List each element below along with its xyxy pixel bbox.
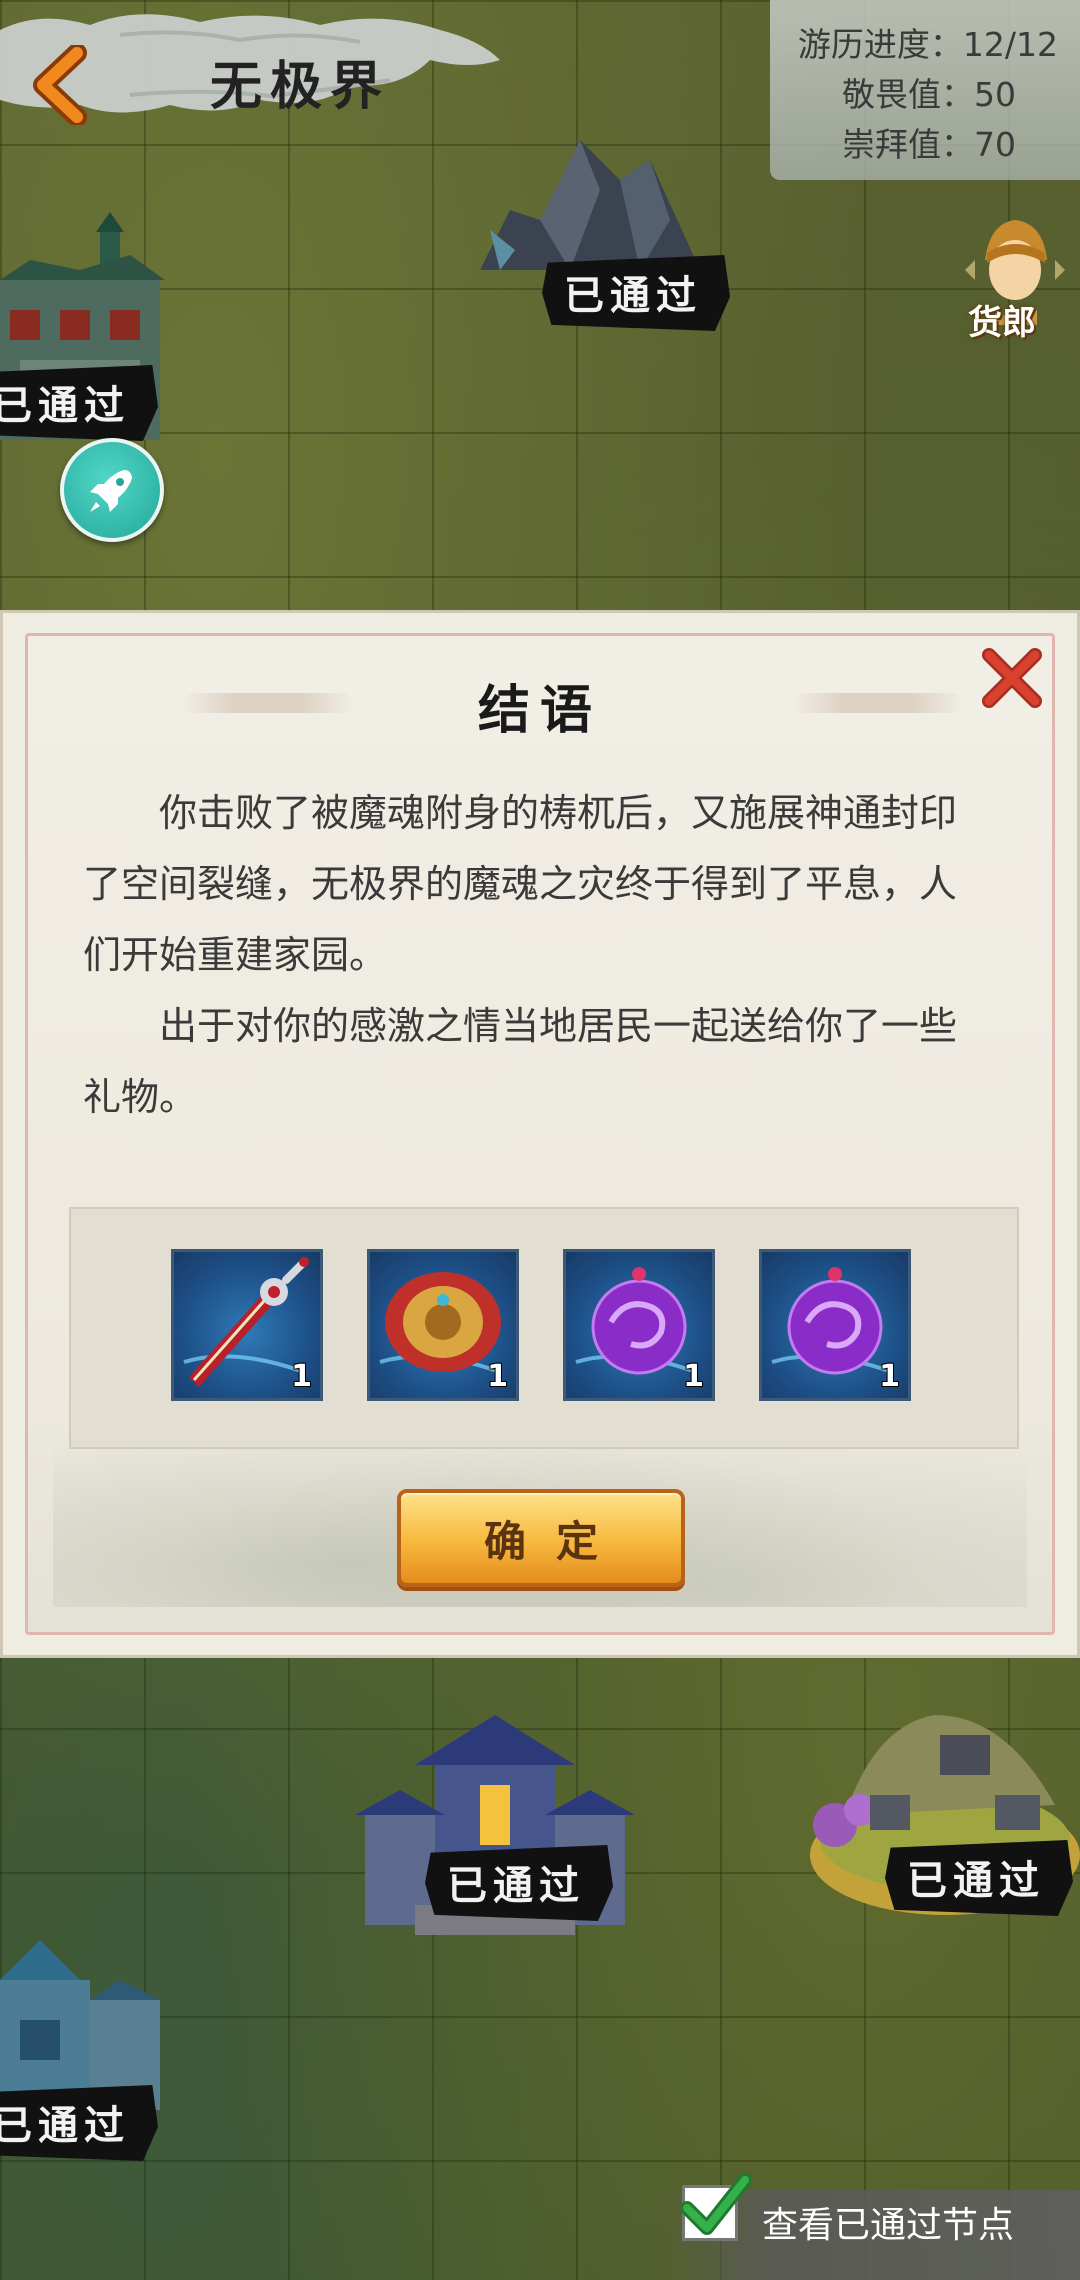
dialog-title: 结语 (477, 680, 602, 741)
rocket-button[interactable] (60, 438, 164, 542)
game-screen: 无极界 游历进度：12/12 敬畏值：50 崇拜值：70 已通过 已通过 货郎 … (0, 0, 1080, 2280)
back-button[interactable] (20, 40, 100, 130)
reward-item[interactable]: 1 (759, 1249, 911, 1401)
checkmark-icon (681, 2174, 751, 2235)
reward-item[interactable]: 1 (563, 1249, 715, 1401)
chevron-left-icon (33, 45, 87, 125)
reward-item[interactable]: 1 (367, 1249, 519, 1401)
reward-quantity: 1 (683, 1359, 704, 1394)
map-node-castle[interactable]: 已通过 (0, 1940, 180, 2161)
passed-label: 已通过 (885, 1840, 1073, 1916)
reward-quantity: 1 (291, 1359, 312, 1394)
reward-quantity: 1 (879, 1359, 900, 1394)
stats-panel: 游历进度：12/12 敬畏值：50 崇拜值：70 (770, 0, 1080, 180)
progress-stat: 游历进度：12/12 (797, 25, 1058, 64)
rewards-panel: 1 1 1 1 (69, 1207, 1019, 1449)
rocket-icon (90, 470, 132, 512)
map-node-island[interactable]: 已通过 (805, 1695, 1080, 1945)
confirm-button[interactable]: 确定 (397, 1489, 685, 1587)
story-paragraph: 出于对你的感激之情当地居民一起送给你了一些礼物。 (83, 1004, 958, 1119)
passed-label: 已通过 (0, 365, 158, 441)
reward-item[interactable]: 1 (171, 1249, 323, 1401)
passed-label: 已通过 (0, 2085, 158, 2161)
map-node-palace[interactable]: 已通过 (355, 1705, 635, 1945)
close-button[interactable] (977, 643, 1047, 713)
view-passed-checkbox[interactable] (681, 2174, 751, 2241)
story-paragraph: 你击败了被魔魂附身的梼杌后，又施展神通封印了空间裂缝，无极界的魔魂之灾终于得到了… (83, 791, 958, 977)
reward-quantity: 1 (487, 1359, 508, 1394)
story-text: 你击败了被魔魂附身的梼杌后，又施展神通封印了空间裂缝，无极界的魔魂之灾终于得到了… (83, 778, 973, 1133)
passed-label: 已通过 (425, 1845, 613, 1921)
page-title: 无极界 (210, 56, 391, 117)
map-node-mountain[interactable]: 已通过 (470, 120, 730, 331)
merchant-label: 货郎 (968, 303, 1036, 343)
ending-dialog: 结语 你击败了被魔魂附身的梼杌后，又施展神通封印了空间裂缝，无极界的魔魂之灾终于… (0, 610, 1080, 1658)
passed-label: 已通过 (542, 255, 730, 331)
worship-stat: 崇拜值：70 (842, 125, 1016, 164)
awe-stat: 敬畏值：50 (842, 75, 1016, 114)
close-icon (982, 648, 1042, 708)
map-node-fortress[interactable]: 已通过 (0, 210, 180, 460)
view-passed-label: 查看已通过节点 (762, 2205, 1015, 2246)
